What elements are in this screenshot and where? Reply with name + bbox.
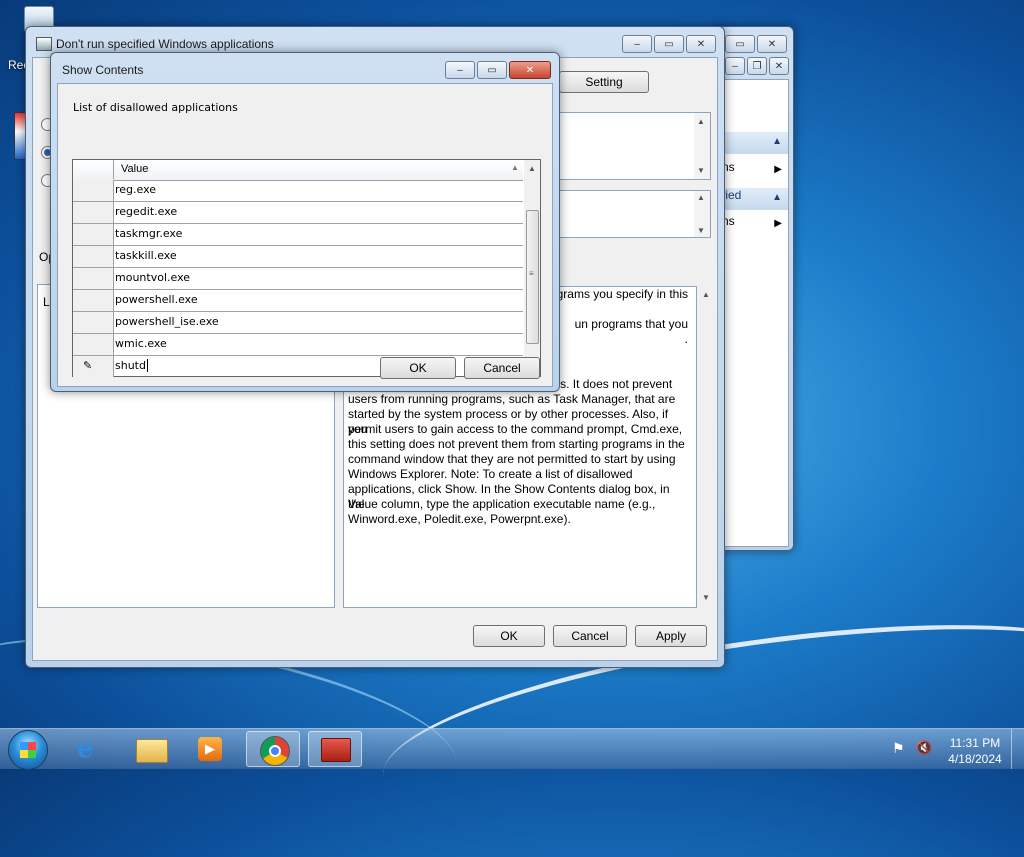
task-pane-item[interactable]: ns ▶ [722, 214, 788, 236]
row-selector[interactable] [73, 268, 114, 289]
help-line: users from running programs, such as Tas… [348, 392, 676, 406]
windows-logo-icon [20, 742, 36, 758]
policy-icon [36, 37, 52, 51]
value-cell[interactable]: powershell_ise.exe [115, 315, 219, 328]
pencil-icon: ✎ [83, 360, 93, 372]
system-clock[interactable]: 11:31 PM 4/18/2024 [946, 735, 1004, 767]
grid-row[interactable]: powershell.exe [73, 290, 523, 312]
ok-button[interactable]: OK [473, 625, 545, 647]
editing-cell[interactable]: shutd [115, 359, 148, 372]
grid-scroll-thumb[interactable]: ≡ [526, 210, 539, 344]
restore-icon[interactable]: ❐ [747, 57, 767, 75]
volume-muted-icon[interactable]: 🔇 [916, 740, 934, 756]
help-line: Windows Explorer. Note: To create a list… [348, 467, 633, 481]
help-scrollbar[interactable]: ▲ ▼ [698, 286, 714, 606]
dialog-title: Show Contents [62, 63, 144, 77]
chevron-right-icon: ▶ [774, 164, 782, 175]
help-line: started by the system process or by othe… [348, 407, 669, 436]
grid-row[interactable]: regedit.exe [73, 202, 523, 224]
comment-scrollbar[interactable]: ▲ ▼ [694, 113, 710, 179]
start-button[interactable] [8, 730, 48, 770]
close-icon[interactable]: ✕ [769, 57, 789, 75]
sort-arrow-icon: ▲ [511, 163, 519, 172]
help-line: Winword.exe, Poledit.exe, Powerpnt.exe). [348, 512, 571, 526]
values-grid[interactable]: Value ▲ reg.exe regedit.exe taskmgr.exe tas… [72, 159, 541, 377]
apply-button[interactable]: Apply [635, 625, 707, 647]
internet-explorer-taskbar-button[interactable]: e [64, 731, 118, 767]
taskbar: e ▶ ⚑ 🔇 11:31 PM 4/18/2024 [0, 728, 1024, 770]
chrome-icon [260, 736, 290, 766]
internet-explorer-icon: e [77, 734, 94, 764]
row-selector[interactable]: ✎ [73, 356, 114, 377]
help-line: Value column, type the application execu… [348, 497, 656, 511]
group-policy-editor-window: ▭ ✕ – ❐ ✕ ▲ ns ▶ fied ▲ ns ▶ [716, 26, 794, 551]
task-pane-item[interactable]: ns ▶ [722, 160, 788, 182]
show-desktop-button[interactable] [1011, 729, 1024, 769]
show-contents-dialog: Show Contents – ▭ ✕ List of disallowed a… [50, 52, 560, 392]
media-player-taskbar-button[interactable]: ▶ [184, 731, 238, 767]
windows-explorer-taskbar-button[interactable] [124, 731, 178, 767]
help-line: applications, click Show. In the Show Co… [348, 482, 670, 511]
help-line: this setting does not prevent them from … [348, 437, 685, 451]
minimize-icon[interactable]: – [725, 57, 745, 75]
supported-on-box: ▲ ▼ [559, 190, 711, 238]
next-setting-button[interactable]: Setting [559, 71, 649, 93]
grid-row[interactable]: taskmgr.exe [73, 224, 523, 246]
list-label: List of disallowed applications [73, 101, 238, 114]
comment-box[interactable]: ▲ ▼ [559, 112, 711, 180]
value-cell[interactable]: taskmgr.exe [115, 227, 182, 240]
help-line: permit users to gain access to the comma… [348, 422, 683, 436]
row-selector[interactable] [73, 312, 114, 333]
grid-row[interactable]: wmic.exe [73, 334, 523, 356]
window-title: Don't run specified Windows applications [56, 37, 274, 51]
folder-icon [136, 739, 168, 763]
help-line: command window that they are not permitt… [348, 452, 676, 466]
policy-editor-icon [321, 738, 351, 762]
grid-row[interactable]: powershell_ise.exe [73, 312, 523, 334]
action-center-flag-icon[interactable]: ⚑ [892, 741, 906, 755]
task-pane-header[interactable]: ▲ [722, 132, 788, 154]
clock-date: 4/18/2024 [948, 752, 1002, 766]
value-cell[interactable]: mountvol.exe [115, 271, 190, 284]
task-pane: ▲ ns ▶ fied ▲ ns ▶ [721, 79, 789, 547]
row-selector[interactable] [73, 290, 114, 311]
clock-time: 11:31 PM [949, 736, 1001, 750]
row-selector[interactable] [73, 246, 114, 267]
maximize-icon[interactable]: ▭ [654, 35, 684, 53]
row-selector[interactable] [73, 202, 114, 223]
value-cell[interactable]: regedit.exe [115, 205, 177, 218]
row-selector[interactable] [73, 224, 114, 245]
cancel-button[interactable]: Cancel [553, 625, 627, 647]
grid-row[interactable]: mountvol.exe [73, 268, 523, 290]
group-policy-editor-taskbar-button[interactable] [308, 731, 362, 767]
media-player-icon: ▶ [198, 737, 222, 761]
grid-row[interactable]: reg.exe [73, 180, 523, 202]
value-column-header[interactable]: Value [121, 163, 148, 175]
close-icon[interactable]: ✕ [509, 61, 551, 79]
grid-header: Value ▲ [73, 160, 523, 181]
close-icon[interactable]: ✕ [686, 35, 716, 53]
chrome-taskbar-button[interactable] [246, 731, 300, 767]
grid-row[interactable]: taskkill.exe [73, 246, 523, 268]
dialog-cancel-button[interactable]: Cancel [464, 357, 540, 379]
maximize-icon[interactable]: ▭ [477, 61, 507, 79]
value-cell[interactable]: taskkill.exe [115, 249, 177, 262]
collapse-icon: ▲ [772, 192, 782, 203]
value-cell[interactable]: wmic.exe [115, 337, 167, 350]
collapse-icon: ▲ [772, 136, 782, 147]
row-selector[interactable] [73, 180, 114, 201]
close-icon[interactable]: ✕ [757, 35, 787, 53]
value-cell[interactable]: reg.exe [115, 183, 156, 196]
value-cell[interactable]: powershell.exe [115, 293, 198, 306]
chevron-right-icon: ▶ [774, 218, 782, 229]
minimize-icon[interactable]: ▭ [725, 35, 755, 53]
task-pane-header[interactable]: fied ▲ [722, 188, 788, 210]
show-contents-body: List of disallowed applications Value ▲ … [57, 83, 553, 387]
minimize-icon[interactable]: – [445, 61, 475, 79]
supported-scrollbar[interactable]: ▲ ▼ [694, 191, 710, 237]
grid-scrollbar[interactable]: ▲ ≡ ▼ [524, 160, 540, 376]
dialog-ok-button[interactable]: OK [380, 357, 456, 379]
minimize-icon[interactable]: – [622, 35, 652, 53]
row-selector[interactable] [73, 334, 114, 355]
